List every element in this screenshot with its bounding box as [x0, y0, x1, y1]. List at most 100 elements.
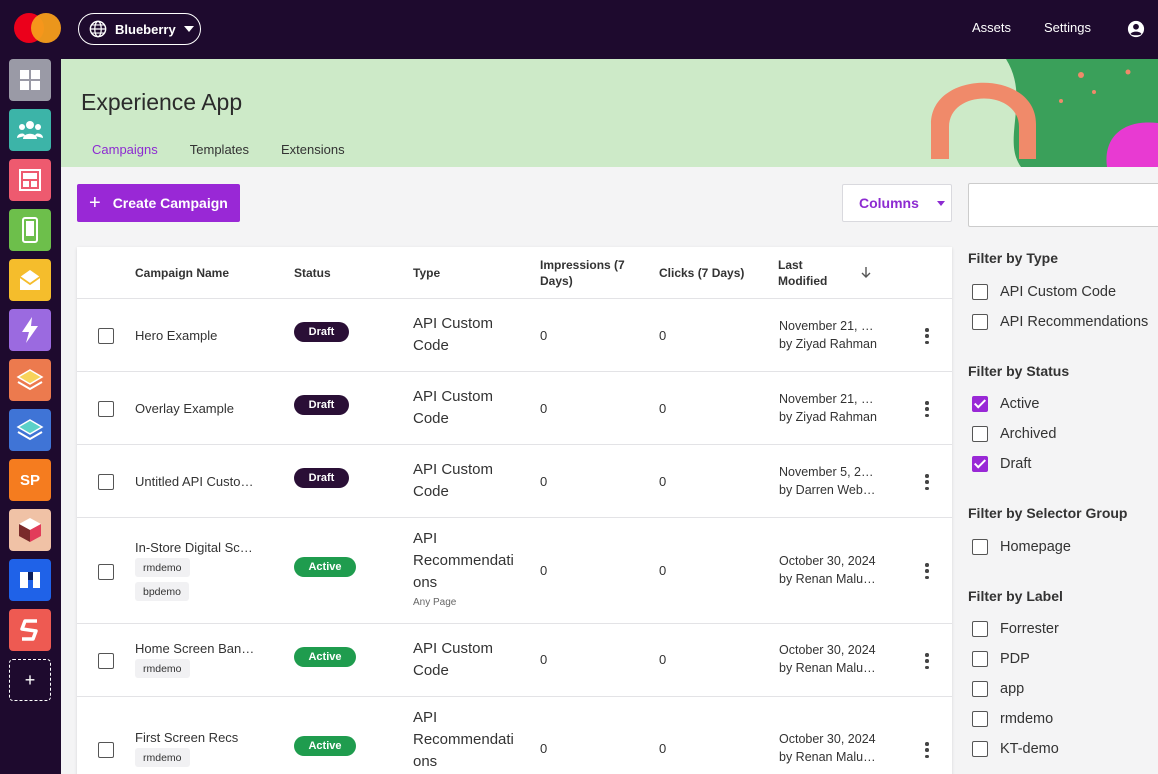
campaign-name[interactable]: In-Store Digital Sc… — [135, 540, 260, 555]
more-actions-icon[interactable] — [923, 328, 931, 344]
create-campaign-label: Create Campaign — [112, 195, 228, 211]
rail-sp[interactable]: SP — [9, 459, 51, 501]
header-clicks[interactable]: Clicks (7 Days) — [659, 265, 744, 281]
campaign-name[interactable]: Overlay Example — [135, 401, 260, 416]
user-account-icon[interactable] — [1127, 20, 1145, 38]
status-badge: Draft — [294, 322, 349, 342]
header-campaign-name[interactable]: Campaign Name — [135, 265, 229, 281]
checkbox[interactable] — [972, 681, 988, 697]
filter-status-archived[interactable]: Archived — [972, 426, 1056, 442]
rail-data[interactable] — [9, 559, 51, 601]
status-badge: Draft — [294, 395, 349, 415]
filter-status-active[interactable]: Active — [972, 396, 1040, 412]
checkbox[interactable] — [972, 284, 988, 300]
row-checkbox[interactable] — [98, 742, 114, 758]
rail-box[interactable] — [9, 509, 51, 551]
filter-status-draft[interactable]: Draft — [972, 456, 1031, 472]
tab-extensions[interactable]: Extensions — [270, 139, 356, 167]
campaign-subtype: Any Page — [413, 597, 457, 608]
filter-type-api-recommendations[interactable]: API Recommendations — [972, 314, 1148, 330]
impressions-value: 0 — [540, 741, 548, 756]
checkbox[interactable] — [972, 621, 988, 637]
filter-label-kt-demo[interactable]: KT-demo — [972, 741, 1059, 757]
table-row[interactable]: First Screen Recs rmdemo Active API Recom… — [77, 696, 952, 774]
campaign-name[interactable]: Home Screen Ban… — [135, 641, 260, 656]
checkbox[interactable] — [972, 651, 988, 667]
sort-arrow-down-icon[interactable] — [860, 266, 872, 279]
blocks-icon — [20, 572, 40, 588]
more-actions-icon[interactable] — [923, 563, 931, 579]
table-row[interactable]: Hero Example Draft API Custom Code 0 0 No… — [77, 298, 952, 371]
checkbox-checked[interactable] — [972, 396, 988, 412]
table-row[interactable]: In-Store Digital Sc… rmdemo bpdemo Activ… — [77, 517, 952, 623]
tab-templates[interactable]: Templates — [179, 139, 260, 167]
columns-button[interactable]: Columns — [842, 184, 952, 222]
last-modified: October 30, 2024 by Renan Malu… — [779, 554, 876, 586]
campaign-name[interactable]: Untitled API Custo… — [135, 474, 260, 489]
checkbox-checked[interactable] — [972, 456, 988, 472]
row-checkbox[interactable] — [98, 474, 114, 490]
rail-layers[interactable] — [9, 359, 51, 401]
checkbox[interactable] — [972, 314, 988, 330]
last-modified: October 30, 2024 by Renan Malu… — [779, 732, 876, 764]
decorative-art — [931, 59, 1158, 167]
rail-email[interactable] — [9, 259, 51, 301]
campaign-type: API Custom Code — [413, 640, 494, 679]
row-checkbox[interactable] — [98, 564, 114, 580]
filter-label-pdp[interactable]: PDP — [972, 651, 1030, 667]
header-last-modified[interactable]: Last Modified — [778, 257, 838, 289]
campaign-type: API Custom Code — [413, 388, 494, 427]
sp-label: SP — [19, 471, 40, 489]
checkbox[interactable] — [972, 711, 988, 727]
status-badge: Active — [294, 647, 356, 667]
brand-logo[interactable] — [14, 13, 64, 43]
create-campaign-button[interactable]: + Create Campaign — [77, 184, 240, 222]
rail-stack[interactable] — [9, 409, 51, 451]
impressions-value: 0 — [540, 328, 548, 343]
row-checkbox[interactable] — [98, 653, 114, 669]
clicks-value: 0 — [659, 652, 667, 667]
table-row[interactable]: Overlay Example Draft API Custom Code 0 0… — [77, 371, 952, 444]
workspace-selector[interactable]: Blueberry — [78, 13, 201, 45]
campaign-name[interactable]: Hero Example — [135, 328, 260, 343]
clicks-value: 0 — [659, 741, 667, 756]
filter-label-rmdemo[interactable]: rmdemo — [972, 711, 1053, 727]
row-checkbox[interactable] — [98, 328, 114, 344]
filter-type-api-custom-code[interactable]: API Custom Code — [972, 284, 1116, 300]
table-row[interactable]: Untitled API Custo… Draft API Custom Code… — [77, 444, 952, 517]
impressions-value: 0 — [540, 563, 548, 578]
label-chip: rmdemo — [135, 659, 190, 678]
header-status[interactable]: Status — [294, 265, 331, 281]
table-row[interactable]: Home Screen Ban… rmdemo Active API Custo… — [77, 623, 952, 696]
checkbox[interactable] — [972, 741, 988, 757]
rail-audiences[interactable] — [9, 109, 51, 151]
rail-experience[interactable] — [9, 309, 51, 351]
header-type[interactable]: Type — [413, 265, 440, 281]
more-actions-icon[interactable] — [923, 401, 931, 417]
filter-label-forrester[interactable]: Forrester — [972, 621, 1059, 637]
filter-selector-homepage[interactable]: Homepage — [972, 539, 1071, 555]
more-actions-icon[interactable] — [923, 474, 931, 490]
rail-layouts[interactable] — [9, 159, 51, 201]
checkbox[interactable] — [972, 539, 988, 555]
rail-s-app[interactable] — [9, 609, 51, 651]
more-actions-icon[interactable] — [923, 742, 931, 758]
nav-assets[interactable]: Assets — [972, 20, 1011, 35]
campaign-table: Campaign Name Status Type Impressions (7… — [77, 247, 952, 774]
layers-icon — [16, 369, 44, 391]
filter-selector-heading: Filter by Selector Group — [968, 505, 1128, 521]
rail-mobile[interactable] — [9, 209, 51, 251]
header-impressions[interactable]: Impressions (7 Days) — [540, 257, 640, 289]
rail-add-app-button[interactable]: + — [9, 659, 51, 701]
filter-label-app[interactable]: app — [972, 681, 1024, 697]
checkbox[interactable] — [972, 426, 988, 442]
tab-campaigns[interactable]: Campaigns — [81, 139, 169, 167]
row-checkbox[interactable] — [98, 401, 114, 417]
more-actions-icon[interactable] — [923, 653, 931, 669]
search-input[interactable] — [968, 183, 1158, 227]
impressions-value: 0 — [540, 652, 548, 667]
nav-settings[interactable]: Settings — [1044, 20, 1091, 35]
campaign-name[interactable]: First Screen Recs — [135, 730, 260, 745]
stack-icon — [16, 419, 44, 441]
rail-dashboard[interactable] — [9, 59, 51, 101]
